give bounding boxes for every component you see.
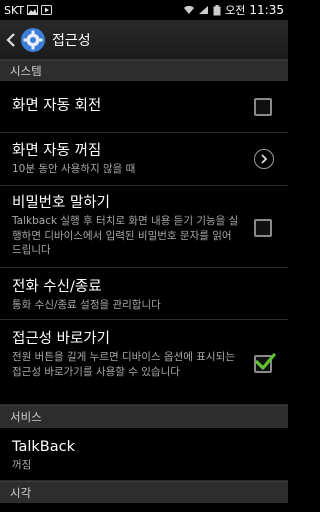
setting-speak-passwords[interactable]: 비밀번호 말하기 Talkback 실행 후 터치로 화면 내용 듣기 기능을 …: [0, 186, 288, 268]
setting-answer-end-calls[interactable]: 전화 수신/종료 통화 수신/종료 설정을 관리합니다: [0, 268, 288, 320]
check-icon: [255, 353, 276, 370]
chevron-left-icon[interactable]: [4, 30, 18, 50]
setting-accessibility-shortcut[interactable]: 접근성 바로가기 전원 버튼을 길게 누르면 디바이스 옵션에 표시되는 접근성…: [0, 320, 288, 405]
section-label: 서비스: [10, 410, 42, 424]
chevron-right-icon[interactable]: [254, 149, 274, 169]
setting-title: 접근성 바로가기: [12, 331, 110, 347]
signal-icon: [198, 5, 209, 15]
setting-title: 화면 자동 회전: [12, 98, 102, 114]
setting-subtitle: 10분 동안 사용하지 않을 때: [12, 163, 136, 175]
wifi-icon: [183, 5, 195, 15]
section-header-vision: 시각: [0, 481, 288, 503]
status-bar: SKT 오전 11:35: [0, 0, 288, 20]
setting-auto-rotate[interactable]: 화면 자동 회전: [0, 81, 288, 133]
am-pm-label: 오전: [225, 4, 246, 17]
auto-rotate-checkbox[interactable]: [254, 98, 272, 116]
action-bar: 접근성: [0, 20, 288, 60]
setting-subtitle: 꺼짐: [12, 459, 32, 471]
clock: 11:35: [249, 3, 284, 17]
section-label: 시각: [10, 485, 32, 500]
setting-screen-timeout[interactable]: 화면 자동 꺼짐 10분 동안 사용하지 않을 때: [0, 133, 288, 186]
section-label: 시스템: [10, 64, 42, 78]
accessibility-shortcut-checkbox[interactable]: [254, 353, 276, 373]
setting-subtitle: 통화 수신/종료 설정을 관리합니다: [12, 299, 161, 311]
battery-icon: [213, 5, 221, 16]
play-store-icon: [41, 5, 53, 15]
section-header-system: 시스템: [0, 60, 288, 81]
setting-title: 전화 수신/종료: [12, 279, 102, 295]
image-icon: [27, 5, 39, 15]
setting-title: 화면 자동 꺼짐: [12, 143, 102, 159]
setting-talkback[interactable]: TalkBack 꺼짐: [0, 428, 288, 481]
carrier-label: SKT: [4, 3, 25, 17]
setting-subtitle: Talkback 실행 후 터치로 화면 내용 듣기 기능을 실행하면 디바이스…: [12, 215, 239, 256]
setting-title: TalkBack: [12, 439, 75, 455]
gear-icon[interactable]: [20, 27, 46, 53]
setting-title: 비밀번호 말하기: [12, 195, 110, 211]
page-title: 접근성: [52, 32, 91, 49]
speak-passwords-checkbox[interactable]: [254, 219, 272, 237]
section-header-service: 서비스: [0, 405, 288, 428]
setting-subtitle: 전원 버튼을 길게 누르면 디바이스 옵션에 표시되는 접근성 바로가기를 사용…: [12, 351, 235, 378]
